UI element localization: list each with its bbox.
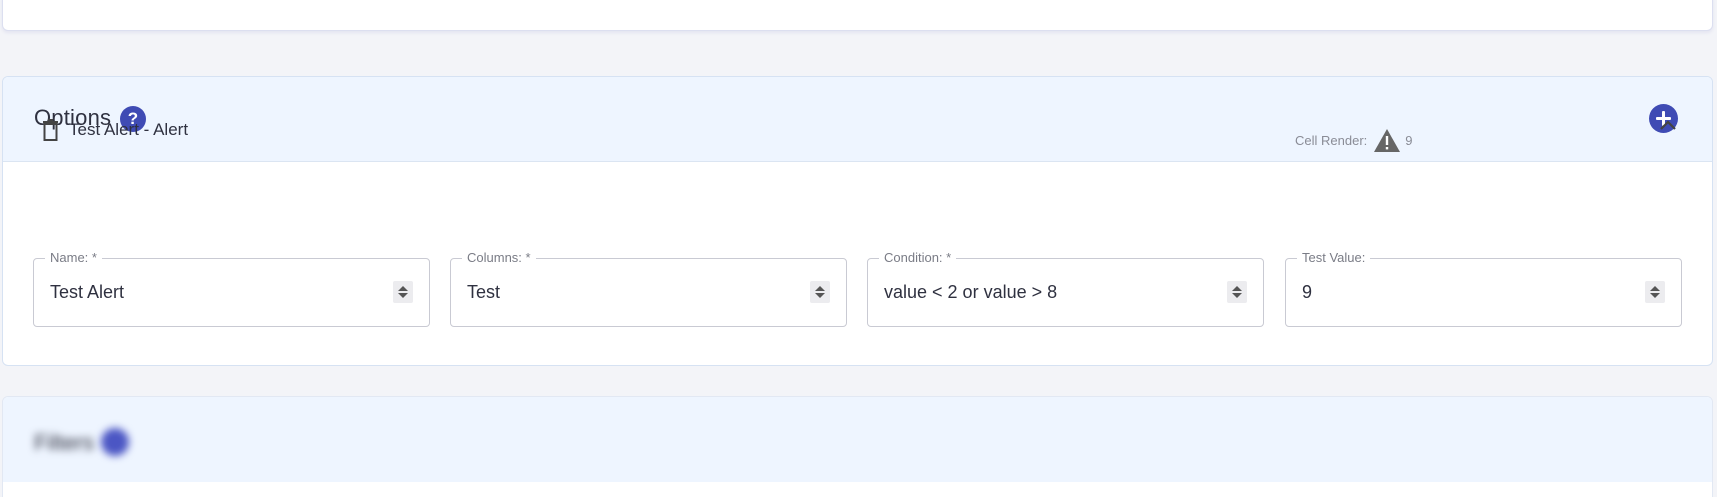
filters-title: Filters: [34, 430, 94, 455]
cell-render-preview: Cell Render: 9: [1295, 128, 1413, 153]
alert-item-title: Test Alert - Alert: [69, 120, 189, 139]
test-value-field-value: 9: [1302, 282, 1313, 302]
trash-icon[interactable]: [42, 119, 59, 141]
columns-field-stepper[interactable]: [810, 281, 830, 303]
warning-icon: [1374, 129, 1401, 152]
test-value-field[interactable]: Test Value: 9: [1285, 250, 1682, 327]
alert-item-header: Test Alert - Alert: [42, 119, 188, 141]
chevron-up-icon[interactable]: [1658, 118, 1678, 132]
condition-field[interactable]: Condition: * value < 2 or value > 8: [867, 250, 1264, 327]
cell-render-label: Cell Render:: [1295, 133, 1368, 148]
condition-field-label: Condition: *: [879, 250, 957, 265]
options-header: Options ?: [3, 77, 1712, 162]
name-field-value: Test Alert: [50, 282, 125, 302]
columns-field[interactable]: Columns: * Test: [450, 250, 847, 327]
filters-header: Filters: [3, 397, 1712, 482]
previous-section-card: [2, 0, 1713, 31]
condition-field-stepper[interactable]: [1227, 281, 1247, 303]
filters-help-icon[interactable]: [101, 428, 129, 456]
name-field-label: Name: *: [45, 250, 102, 265]
name-field[interactable]: Name: * Test Alert: [33, 250, 430, 327]
cell-render-value: 9: [1405, 133, 1413, 148]
condition-field-value: value < 2 or value > 8: [884, 282, 1058, 302]
columns-field-value: Test: [467, 282, 501, 302]
filters-card: Filters: [2, 396, 1713, 497]
columns-field-label: Columns: *: [462, 250, 536, 265]
test-value-field-label: Test Value:: [1297, 250, 1371, 265]
test-value-field-stepper[interactable]: [1645, 281, 1665, 303]
name-field-stepper[interactable]: [393, 281, 413, 303]
